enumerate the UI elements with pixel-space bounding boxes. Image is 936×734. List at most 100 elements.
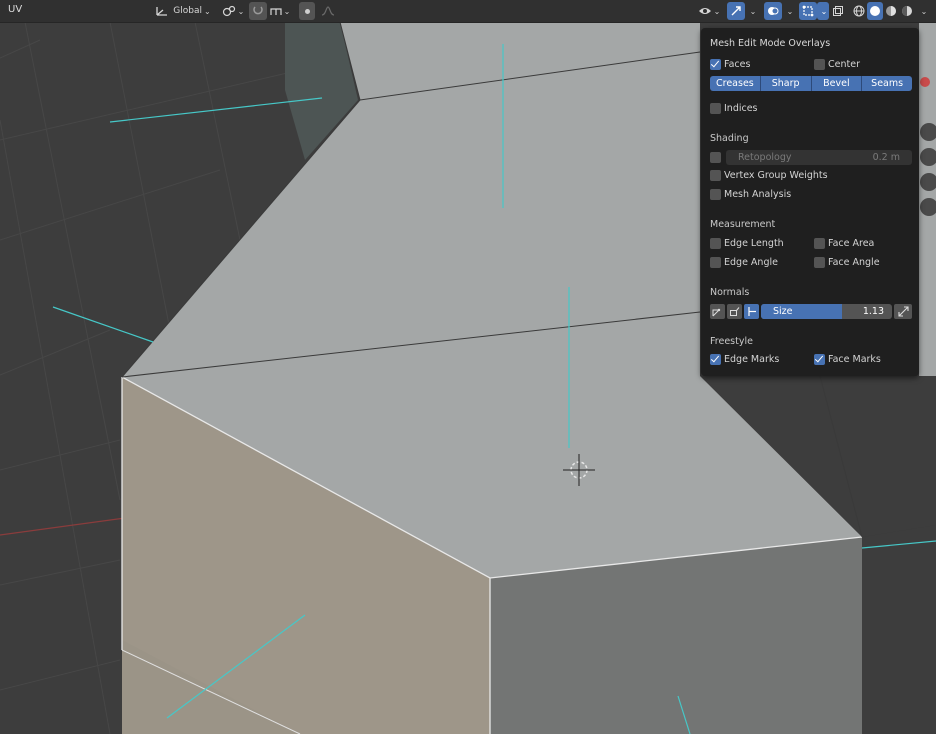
chevron-down-icon: ⌄ bbox=[820, 6, 828, 16]
edge-length-checkbox[interactable] bbox=[710, 238, 721, 249]
vertex-normal-icon bbox=[712, 308, 721, 317]
center-checkbox[interactable] bbox=[814, 59, 825, 70]
mesh-analysis-checkbox[interactable] bbox=[710, 189, 721, 200]
pan-icon[interactable] bbox=[920, 148, 936, 166]
retopology-value: 0.2 m bbox=[872, 152, 900, 163]
snap-icon bbox=[253, 6, 263, 15]
chevron-down-icon: ⌄ bbox=[204, 6, 211, 16]
gizmo-dropdown[interactable]: ⌄ bbox=[745, 2, 759, 20]
face-angle-checkbox[interactable] bbox=[814, 257, 825, 268]
face-normals-toggle[interactable] bbox=[744, 304, 759, 319]
vertex-group-weights-label[interactable]: Vertex Group Weights bbox=[724, 170, 828, 181]
snap-toggle[interactable] bbox=[249, 2, 267, 20]
bevel-toggle[interactable]: Bevel bbox=[811, 76, 863, 91]
edge-marks-label[interactable]: Edge Marks bbox=[724, 354, 779, 365]
faces-checkbox[interactable] bbox=[710, 59, 721, 70]
shading-section-title: Shading bbox=[710, 133, 749, 144]
face-area-checkbox[interactable] bbox=[814, 238, 825, 249]
edge-marks-checkbox[interactable] bbox=[710, 354, 721, 365]
creases-toggle[interactable]: Creases bbox=[710, 76, 761, 91]
constant-screen-size-toggle[interactable] bbox=[894, 304, 912, 319]
retopology-checkbox[interactable] bbox=[710, 152, 721, 163]
wireframe-shading-button[interactable] bbox=[851, 2, 867, 20]
editor-label[interactable]: UV bbox=[8, 4, 22, 15]
xray-toggle[interactable] bbox=[830, 2, 846, 20]
chevron-down-icon: ⌄ bbox=[713, 6, 721, 16]
vertex-normals-toggle[interactable] bbox=[710, 304, 725, 319]
xray-icon bbox=[833, 6, 843, 16]
measurement-section-title: Measurement bbox=[710, 219, 776, 230]
solid-shading-icon bbox=[870, 6, 880, 16]
chevron-down-icon: ⌄ bbox=[749, 6, 757, 16]
material-shading-button[interactable] bbox=[883, 2, 899, 20]
gizmo-dot-icon[interactable] bbox=[920, 77, 930, 87]
gizmo-toggle[interactable] bbox=[727, 2, 745, 20]
overlay-dropdown[interactable]: ⌄ bbox=[782, 2, 796, 20]
panel-title: Mesh Edit Mode Overlays bbox=[710, 38, 831, 49]
center-label[interactable]: Center bbox=[828, 59, 860, 70]
proportional-icon bbox=[304, 8, 310, 14]
split-normals-toggle[interactable] bbox=[727, 304, 742, 319]
resize-icon bbox=[897, 306, 909, 317]
normal-size-slider[interactable]: Size 1.13 bbox=[761, 304, 892, 319]
normals-row: Size 1.13 bbox=[710, 304, 912, 319]
indices-checkbox[interactable] bbox=[710, 103, 721, 114]
navigation-gizmo-icon[interactable] bbox=[920, 123, 936, 141]
face-area-label[interactable]: Face Area bbox=[828, 238, 874, 249]
solid-shading-button[interactable] bbox=[867, 2, 883, 20]
edge-angle-label[interactable]: Edge Angle bbox=[724, 257, 778, 268]
face-angle-label[interactable]: Face Angle bbox=[828, 257, 880, 268]
face-normal-icon bbox=[748, 307, 756, 316]
shading-dropdown[interactable]: ⌄ bbox=[916, 2, 930, 20]
faces-label[interactable]: Faces bbox=[724, 59, 750, 70]
normals-section-title: Normals bbox=[710, 287, 750, 298]
pivot-dropdown[interactable]: ⌄ bbox=[221, 2, 245, 20]
falloff-dropdown[interactable] bbox=[316, 2, 340, 20]
visibility-dropdown[interactable]: ⌄ bbox=[696, 2, 722, 20]
orientation-dropdown[interactable]: Global ⌄ bbox=[150, 2, 216, 20]
mesh-analysis-label[interactable]: Mesh Analysis bbox=[724, 189, 791, 200]
sharp-toggle[interactable]: Sharp bbox=[760, 76, 812, 91]
overlay-icon bbox=[768, 7, 779, 15]
chevron-down-icon: ⌄ bbox=[283, 6, 291, 16]
indices-label[interactable]: Indices bbox=[724, 103, 758, 114]
face-marks-label[interactable]: Face Marks bbox=[828, 354, 881, 365]
mesh-overlay-icon bbox=[802, 5, 814, 17]
chevron-down-icon: ⌄ bbox=[920, 6, 928, 16]
zoom-icon[interactable] bbox=[920, 173, 936, 191]
orientation-label: Global bbox=[173, 6, 202, 16]
proportional-toggle[interactable] bbox=[299, 2, 315, 20]
mesh-edit-overlay-toggle[interactable] bbox=[799, 2, 817, 20]
split-normal-icon bbox=[730, 307, 740, 316]
falloff-icon bbox=[321, 6, 335, 16]
freestyle-section-title: Freestyle bbox=[710, 336, 753, 347]
right-region bbox=[862, 525, 936, 734]
snap-target-icon bbox=[270, 8, 282, 15]
eye-icon bbox=[698, 8, 711, 14]
retopology-offset-field[interactable]: Retopology 0.2 m bbox=[726, 150, 912, 165]
rendered-shading-icon bbox=[902, 6, 912, 16]
wireframe-shading-icon bbox=[853, 5, 865, 17]
viewport-header: UV Global ⌄ ⌄ ⌄ ⌄ ⌄ ⌄ ⌄ ⌄ bbox=[0, 0, 936, 23]
pivot-icon bbox=[222, 5, 235, 17]
material-shading-icon bbox=[886, 6, 896, 16]
overlay-toggle[interactable] bbox=[764, 2, 782, 20]
normal-size-label: Size bbox=[773, 306, 793, 317]
chevron-down-icon: ⌄ bbox=[786, 6, 794, 16]
seams-toggle[interactable]: Seams bbox=[862, 76, 912, 91]
gizmo-icon bbox=[731, 6, 741, 16]
edge-length-label[interactable]: Edge Length bbox=[724, 238, 784, 249]
edge-marks-toggle-group: Creases Sharp Bevel Seams bbox=[710, 76, 912, 91]
normal-size-value: 1.13 bbox=[862, 306, 884, 317]
orientation-icon bbox=[156, 7, 168, 16]
rendered-shading-button[interactable] bbox=[899, 2, 915, 20]
mesh-edit-overlay-dropdown[interactable]: ⌄ bbox=[817, 2, 829, 20]
chevron-down-icon: ⌄ bbox=[237, 6, 245, 16]
snap-target-dropdown[interactable]: ⌄ bbox=[268, 2, 292, 20]
edge-angle-checkbox[interactable] bbox=[710, 257, 721, 268]
retopology-label: Retopology bbox=[738, 152, 792, 163]
perspective-icon[interactable] bbox=[920, 198, 936, 216]
mesh-edit-overlays-panel: Mesh Edit Mode Overlays Faces Center Cre… bbox=[701, 28, 919, 376]
vertex-group-weights-checkbox[interactable] bbox=[710, 170, 721, 181]
face-marks-checkbox[interactable] bbox=[814, 354, 825, 365]
